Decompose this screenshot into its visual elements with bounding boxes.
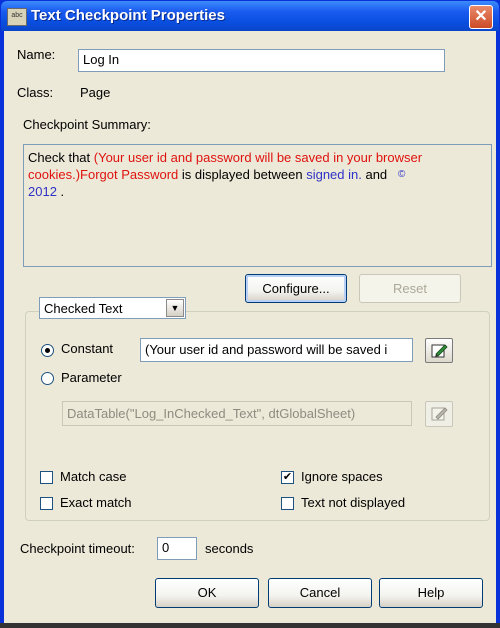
pencil-edit-icon — [431, 344, 448, 358]
name-label: Name: — [17, 47, 56, 62]
exact-match-checkbox[interactable] — [40, 497, 53, 510]
background-edge — [0, 623, 500, 628]
checkpoint-timeout-label: Checkpoint timeout: — [20, 541, 135, 556]
summary-copyright-symbol: © — [398, 169, 406, 180]
radio-selected-dot — [45, 348, 50, 353]
configure-button[interactable]: Configure... — [245, 274, 347, 303]
dropdown-selected-value: Checked Text — [44, 301, 123, 316]
checkpoint-timeout-field[interactable]: 0 — [157, 537, 197, 560]
summary-prefix: Check that — [28, 150, 94, 165]
dialog-window: abc Text Checkpoint Properties ✕ Name: L… — [0, 0, 500, 628]
ok-button[interactable]: OK — [155, 578, 259, 608]
title-bar[interactable]: abc Text Checkpoint Properties ✕ — [1, 1, 499, 31]
text-checkpoint-icon: abc — [7, 8, 27, 26]
close-button[interactable]: ✕ — [469, 5, 493, 29]
match-case-label: Match case — [60, 469, 127, 484]
checkpoint-summary-box: Check that (Your user id and password wi… — [23, 144, 492, 267]
ignore-spaces-checkbox[interactable]: ✔ — [281, 471, 294, 484]
summary-text-after: 2012 — [28, 184, 57, 199]
parameter-edit-button[interactable] — [425, 401, 453, 427]
class-label: Class: — [17, 85, 54, 100]
pencil-edit-icon — [431, 407, 448, 421]
ignore-spaces-label: Ignore spaces — [301, 469, 383, 484]
parameter-radio[interactable] — [41, 372, 54, 385]
text-not-displayed-checkbox[interactable] — [281, 497, 294, 510]
summary-text-before: signed in. — [306, 167, 362, 182]
class-value: Page — [80, 85, 111, 100]
exact-match-label: Exact match — [60, 495, 132, 510]
summary-middle: is displayed between — [178, 167, 307, 182]
match-case-checkbox[interactable] — [40, 471, 53, 484]
summary-and: and — [361, 167, 391, 182]
constant-radio[interactable] — [41, 344, 54, 357]
parameter-label: Parameter — [61, 370, 122, 385]
timeout-unit-label: seconds — [205, 541, 254, 556]
cancel-button[interactable]: Cancel — [268, 578, 372, 608]
checkpoint-summary-label: Checkpoint Summary: — [23, 117, 151, 132]
chevron-down-icon[interactable]: ▼ — [166, 299, 184, 317]
summary-end: . — [56, 184, 65, 199]
constant-value-field[interactable]: (Your user id and password will be saved… — [140, 338, 413, 362]
parameter-value-field[interactable]: DataTable("Log_InChecked_Text", dtGlobal… — [62, 401, 412, 426]
help-button[interactable]: Help — [379, 578, 483, 608]
dialog-body: Name: Log In Class: Page Checkpoint Summ… — [4, 31, 496, 624]
checked-text-dropdown[interactable]: Checked Text ▼ — [39, 297, 186, 319]
constant-label: Constant — [61, 341, 114, 356]
reset-button[interactable]: Reset — [359, 274, 461, 303]
dialog-title: Text Checkpoint Properties — [31, 7, 225, 24]
name-field[interactable]: Log In — [78, 49, 445, 72]
text-not-displayed-label: Text not displayed — [301, 495, 406, 510]
constant-edit-button[interactable] — [425, 338, 453, 363]
